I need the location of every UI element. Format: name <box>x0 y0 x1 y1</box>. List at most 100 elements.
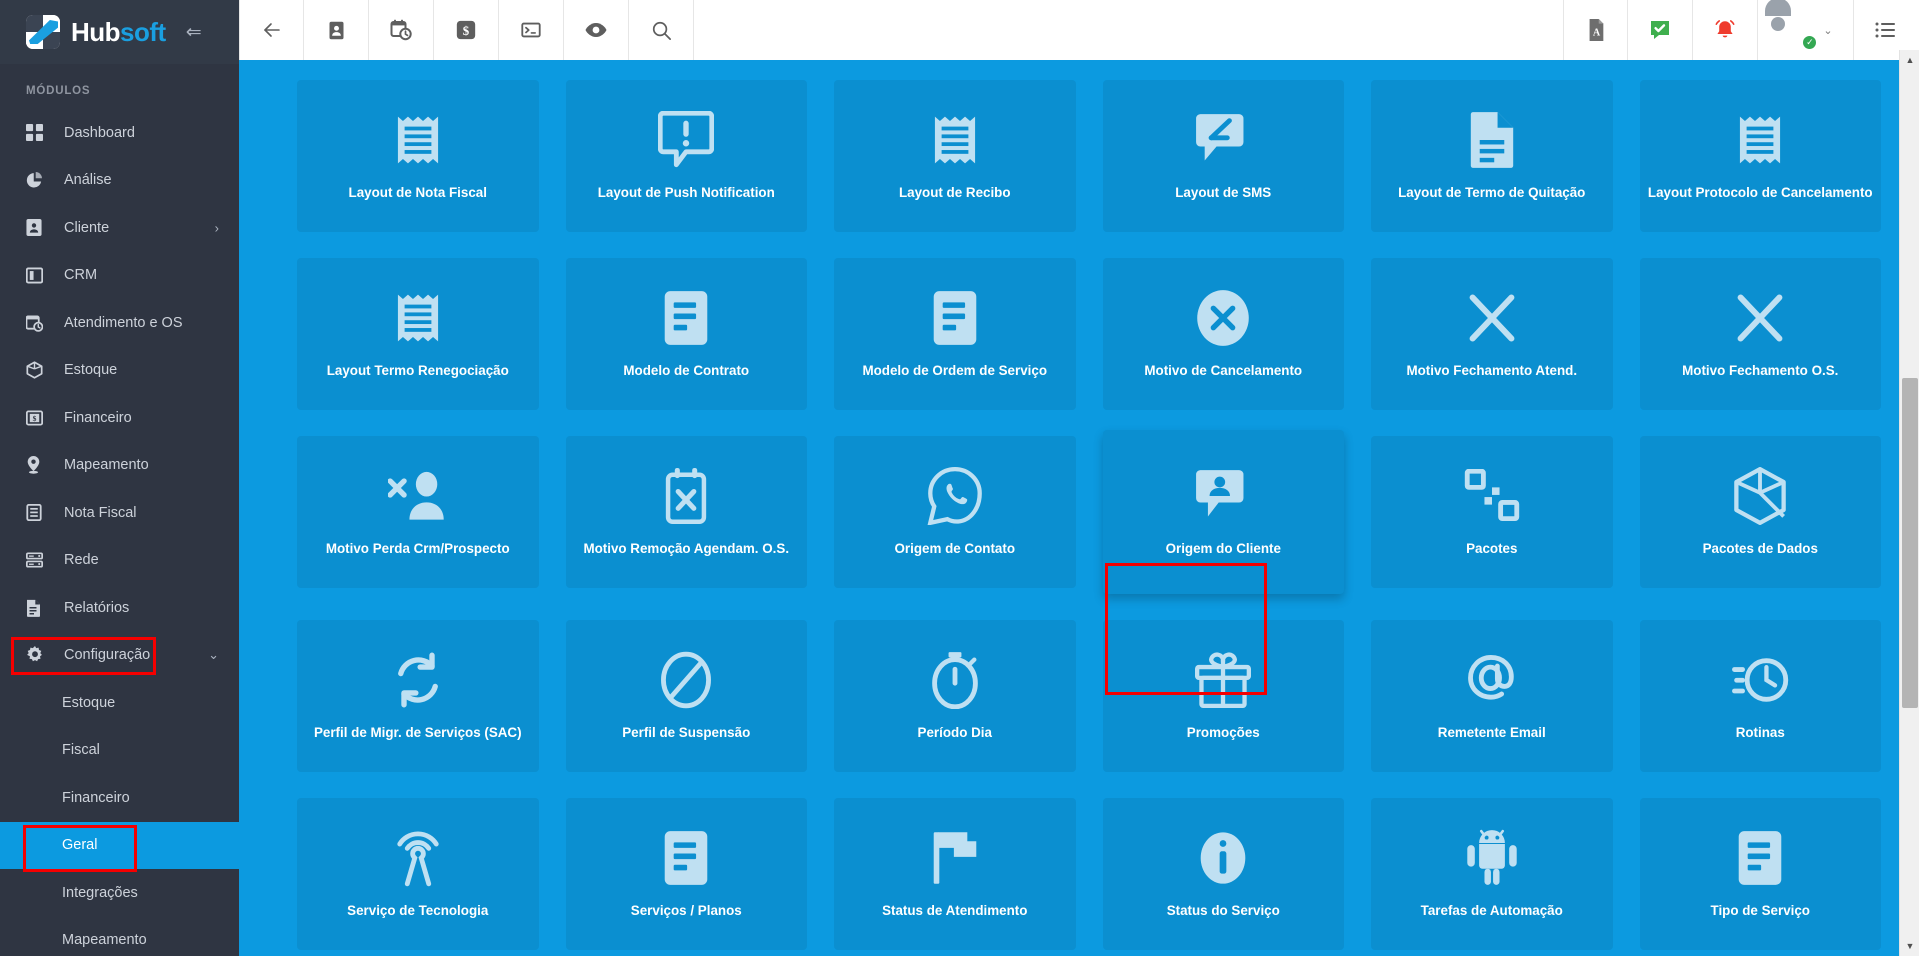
sidebar-item-relat-rios[interactable]: Relatórios <box>0 584 239 632</box>
sidebar-item-label: Fiscal <box>62 742 100 759</box>
tiles-scroll-area[interactable]: Layout de Nota Fiscal Layout de Push Noti… <box>239 62 1919 956</box>
tile-layout-termo-renegocia-o[interactable]: Layout Termo Renegociação <box>297 258 539 410</box>
brand-header[interactable]: Hubsoft ⇐ <box>0 0 239 64</box>
tile-modelo-de-contrato[interactable]: Modelo de Contrato <box>565 258 807 410</box>
tile-label: Origem de Contato <box>894 540 1016 556</box>
report-icon <box>26 599 48 617</box>
sidebar-item-estoque[interactable]: Estoque <box>0 679 239 727</box>
tile-perfil-de-suspens-o[interactable]: Perfil de Suspensão <box>565 620 807 772</box>
tile-label: Remetente Email <box>1437 724 1546 740</box>
sidebar-item-geral[interactable]: Geral <box>0 821 239 869</box>
tile-servi-o-de-tecnologia[interactable]: Serviço de Tecnologia <box>297 798 539 950</box>
chat-check-icon[interactable] <box>1628 0 1693 60</box>
avatar: ✓ <box>1765 0 1818 50</box>
sidebar-item-rede[interactable]: Rede <box>0 537 239 585</box>
sidebar-item-integra-es[interactable]: Integrações <box>0 869 239 917</box>
user-card-icon[interactable] <box>304 0 369 60</box>
search-icon[interactable] <box>629 0 694 60</box>
sidebar-item-cliente[interactable]: Cliente › <box>0 204 239 252</box>
sidebar-item-crm[interactable]: CRM <box>0 252 239 300</box>
sidebar-item-financeiro[interactable]: Financeiro <box>0 774 239 822</box>
sidebar-item-dashboard[interactable]: Dashboard <box>0 109 239 157</box>
tile-layout-de-push-notification[interactable]: Layout de Push Notification <box>565 80 807 232</box>
chevron-right-icon[interactable]: › <box>215 220 219 235</box>
tile-motivo-fechamento-o-s[interactable]: Motivo Fechamento O.S. <box>1639 258 1881 410</box>
ban-icon <box>659 651 713 709</box>
tile-modelo-de-ordem-de-servi-o[interactable]: Modelo de Ordem de Serviço <box>834 258 1076 410</box>
map-pin-icon <box>26 456 48 474</box>
tile-per-odo-dia[interactable]: Período Dia <box>834 620 1076 772</box>
tile-label: Serviço de Tecnologia <box>347 902 489 918</box>
tile-perfil-de-migr-de-servi-os-sac[interactable]: Perfil de Migr. de Serviços (SAC) <box>297 620 539 772</box>
tile-label: Layout Protocolo de Cancelamento <box>1647 184 1873 200</box>
sidebar-item-estoque[interactable]: Estoque <box>0 347 239 395</box>
tile-label: Modelo de Contrato <box>623 362 750 378</box>
tile-pacotes[interactable]: Pacotes <box>1371 436 1613 588</box>
tile-layout-protocolo-de-cancelamento[interactable]: Layout Protocolo de Cancelamento <box>1639 80 1881 232</box>
tile-promo-es[interactable]: Promoções <box>1102 620 1344 772</box>
calendar-clock-icon[interactable] <box>369 0 434 60</box>
sidebar-item-label: Relatórios <box>64 599 130 616</box>
pdf-icon[interactable]: A <box>1563 0 1628 60</box>
file-lines-icon <box>663 829 709 887</box>
sidebar-item-nota-fiscal[interactable]: Nota Fiscal <box>0 489 239 537</box>
tile-motivo-perda-crm-prospecto[interactable]: Motivo Perda Crm/Prospecto <box>297 436 539 588</box>
tile-status-do-servi-o[interactable]: Status do Serviço <box>1102 798 1344 950</box>
sidebar-item-atendimento-e-os[interactable]: Atendimento e OS <box>0 299 239 347</box>
receipt-icon <box>928 111 982 169</box>
sidebar-item-label: Estoque <box>64 362 118 379</box>
sidebar-item-fiscal[interactable]: Fiscal <box>0 727 239 775</box>
tile-layout-de-termo-de-quita-o[interactable]: Layout de Termo de Quitação <box>1371 80 1613 232</box>
sidebar-item-configura-o[interactable]: Configuração ⌄ <box>0 632 239 680</box>
tile-label: Serviços / Planos <box>630 902 742 918</box>
tile-layout-de-sms[interactable]: Layout de SMS <box>1102 80 1344 232</box>
sidebar-item-an-lise[interactable]: Análise <box>0 157 239 205</box>
gift-icon <box>1195 651 1252 709</box>
sidebar-item-mapeamento[interactable]: Mapeamento <box>0 442 239 490</box>
chevron-down-icon[interactable]: ⌄ <box>1823 24 1832 37</box>
sidebar-item-label: Mapeamento <box>62 932 147 949</box>
tile-tarefas-de-automa-o[interactable]: Tarefas de Automação <box>1371 798 1613 950</box>
cube-icon <box>1732 466 1788 525</box>
tile-rotinas[interactable]: Rotinas <box>1639 620 1881 772</box>
tile-layout-de-nota-fiscal[interactable]: Layout de Nota Fiscal <box>297 80 539 232</box>
money-dollar-icon[interactable]: $ <box>434 0 499 60</box>
file-lines-icon <box>663 289 709 347</box>
sidebar-item-financeiro[interactable]: $ Financeiro <box>0 394 239 442</box>
tile-pacotes-de-dados[interactable]: Pacotes de Dados <box>1639 436 1881 588</box>
tile-label: Perfil de Suspensão <box>622 724 751 740</box>
tile-label: Pacotes <box>1466 540 1518 556</box>
app-root: Hubsoft ⇐ MÓDULOS Dashboard Análise Client… <box>0 0 1919 956</box>
tile-motivo-fechamento-atend[interactable]: Motivo Fechamento Atend. <box>1371 258 1613 410</box>
scrollbar-thumb[interactable] <box>1902 378 1918 708</box>
sidebar: Hubsoft ⇐ MÓDULOS Dashboard Análise Client… <box>0 0 239 956</box>
tile-tipo-de-servi-o[interactable]: Tipo de Serviço <box>1639 798 1881 950</box>
android-icon <box>1464 829 1520 887</box>
bell-alert-icon[interactable] <box>1693 0 1758 60</box>
scroll-up-arrow-icon[interactable]: ▲ <box>1900 50 1919 70</box>
tile-servi-os-planos[interactable]: Serviços / Planos <box>565 798 807 950</box>
tile-origem-do-cliente[interactable]: Origem do Cliente <box>1102 430 1344 594</box>
sidebar-item-mapeamento[interactable]: Mapeamento <box>0 917 239 956</box>
tile-status-de-atendimento[interactable]: Status de Atendimento <box>834 798 1076 950</box>
clock-speed-icon <box>1731 651 1789 709</box>
terminal-icon[interactable] <box>499 0 564 60</box>
sidebar-collapse-icon[interactable]: ⇐ <box>186 23 202 42</box>
tile-motivo-de-cancelamento[interactable]: Motivo de Cancelamento <box>1102 258 1344 410</box>
user-avatar-menu[interactable]: ✓ ⌄ <box>1758 0 1854 60</box>
sidebar-item-label: Rede <box>64 552 99 569</box>
eye-icon[interactable] <box>564 0 629 60</box>
sms-edit-icon <box>1195 111 1251 169</box>
tile-label: Promoções <box>1186 724 1260 740</box>
user-chat-icon <box>1195 467 1251 525</box>
vertical-scrollbar[interactable]: ▲ ▼ <box>1899 0 1919 956</box>
chevron-down-icon[interactable]: ⌄ <box>208 647 219 663</box>
tile-layout-de-recibo[interactable]: Layout de Recibo <box>834 80 1076 232</box>
tile-origem-de-contato[interactable]: Origem de Contato <box>834 436 1076 588</box>
back-arrow-icon[interactable] <box>239 0 304 60</box>
scroll-down-arrow-icon[interactable]: ▼ <box>1900 936 1919 956</box>
sidebar-item-label: Financeiro <box>62 789 130 806</box>
tile-motivo-remo-o-agendam-o-s[interactable]: Motivo Remoção Agendam. O.S. <box>565 436 807 588</box>
tile-remetente-email[interactable]: Remetente Email <box>1371 620 1613 772</box>
sidebar-item-label: Estoque <box>62 694 116 711</box>
